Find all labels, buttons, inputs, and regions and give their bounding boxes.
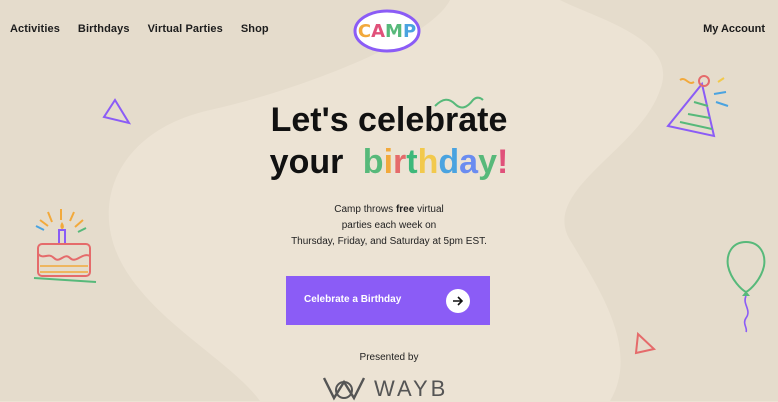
nav-links: Activities Birthdays Virtual Parties Sho…	[10, 23, 269, 35]
nav-link-activities[interactable]: Activities	[10, 23, 60, 35]
desc-text: Camp throws	[334, 204, 396, 215]
wayb-logo-icon	[322, 377, 366, 401]
logo-letter-p: P	[402, 20, 417, 42]
letter: h	[417, 143, 439, 181]
cta-label: Celebrate a Birthday	[304, 294, 402, 305]
sponsor-name: WAYB	[374, 376, 449, 401]
letter: t	[406, 143, 418, 181]
top-nav: Activities Birthdays Virtual Parties Sho…	[0, 0, 778, 60]
celebrate-birthday-button[interactable]: Celebrate a Birthday	[286, 276, 490, 325]
arrow-right-icon	[446, 289, 470, 313]
letter: b	[362, 143, 384, 181]
letter: i	[383, 143, 394, 181]
logo-letter-a: A	[371, 20, 386, 42]
hero-title-line2: your birthday!	[0, 143, 778, 181]
cake-icon	[33, 209, 97, 283]
logo-letter-c: C	[357, 20, 372, 42]
desc-bold: free	[395, 204, 415, 215]
party-hat-icon	[666, 75, 729, 138]
nav-link-shop[interactable]: Shop	[241, 23, 269, 35]
triangle-icon	[102, 98, 132, 125]
letter: !	[497, 143, 509, 181]
hero-description: Camp throws free virtual parties each we…	[0, 202, 778, 250]
background-shape	[0, 0, 778, 401]
nav-link-virtual-parties[interactable]: Virtual Parties	[148, 23, 223, 35]
letter: d	[438, 143, 460, 181]
hero-birthday-letters: birthday!	[363, 143, 509, 181]
desc-line2: parties each week on	[341, 220, 437, 231]
desc-line3: Thursday, Friday, and Saturday at 5pm ES…	[291, 236, 487, 247]
logo-letter-m: M	[385, 20, 403, 42]
balloon-icon	[726, 240, 766, 333]
letter: r	[393, 143, 407, 181]
letter: y	[478, 143, 497, 181]
presented-by-label: Presented by	[359, 352, 419, 363]
nav-link-birthdays[interactable]: Birthdays	[78, 23, 130, 35]
hero-title-prefix: your	[269, 143, 344, 181]
desc-text: virtual	[414, 204, 444, 215]
camp-logo[interactable]: C A M P	[353, 9, 421, 53]
letter: a	[459, 143, 479, 181]
small-triangle-icon	[634, 331, 657, 355]
my-account-link[interactable]: My Account	[703, 23, 765, 35]
